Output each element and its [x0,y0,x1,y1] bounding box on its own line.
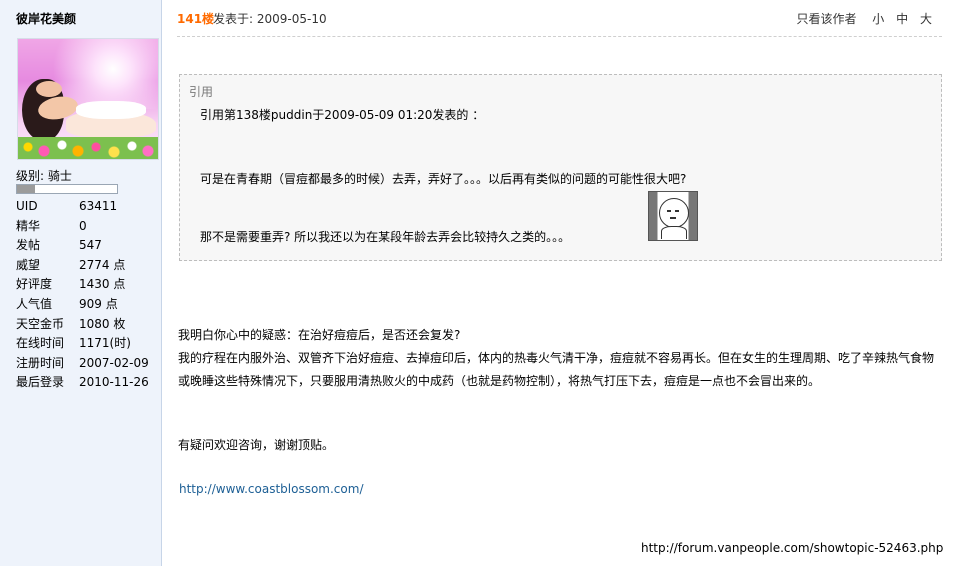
user-stats: UID 63411 精华 0 发帖 547 威望 2774 点 好评度 1430 点 人气… [16,197,156,393]
stat-online-time: 在线时间 1171(时) [16,336,131,351]
quote-text-line: 那不是需要重弄? 所以我还以为在某段年龄去弄会比较持久之类的。。。 [200,230,571,244]
user-info-panel: 彼岸花美颜 级别: 骑士 UID 63411 精华 0 发帖 547 威望 2774 点… [0,0,162,566]
stat-last-login: 最后登录 2010-11-26 [16,375,149,390]
stat-popularity: 人气值 909 点 [16,296,118,311]
only-author-link[interactable]: 只看该作者 [796,12,856,26]
stat-digest: 精华 0 [16,218,87,233]
stat-coins: 天空金币 1080 枚 [16,316,126,331]
user-level: 级别: 骑士 [16,169,72,183]
website-link[interactable]: http://www.coastblossom.com/ [179,482,363,496]
post-body-line: 我明白你心中的疑惑：在治好痘痘后，是否还会复发? [178,328,461,342]
quote-label: 引用 [189,85,214,99]
font-small-button[interactable]: 小 [872,12,884,26]
stat-register-date: 注册时间 2007-02-09 [16,355,149,370]
post-body-paragraph: 我的疗程在内服外治、双管齐下治好痘痘、去掉痘印后，体内的热毒火气清干净，痘痘就不… [178,351,935,388]
header-divider [177,36,942,37]
stat-rating: 好评度 1430 点 [16,277,126,292]
stat-prestige: 威望 2774 点 [16,257,126,272]
sweat-emoticon-icon [648,191,698,241]
page-url: http://forum.vanpeople.com/showtopic-524… [641,541,944,555]
post-tools: 只看该作者 小 中 大 [796,10,932,27]
stat-uid: UID 63411 [16,199,118,213]
quote-text-line: 可是在青春期（冒痘都最多的时候）去弄，弄好了。。。以后再有类似的问题的可能性很大… [200,172,687,186]
avatar[interactable] [17,38,159,160]
stat-posts: 发帖 547 [16,238,102,253]
font-large-button[interactable]: 大 [920,12,932,26]
quote-box: 引用 引用第138楼puddin于2009-05-09 01:20发表的 ： 可… [179,74,942,261]
post-date: 发表于: 2009-05-10 [213,12,327,26]
level-progress-bar [16,184,118,194]
post-body-line: 有疑问欢迎咨询，谢谢顶贴。 [178,438,335,452]
quote-reference: 引用第138楼puddin于2009-05-09 01:20发表的 ： [200,108,485,122]
username[interactable]: 彼岸花美颜 [16,10,76,27]
font-medium-button[interactable]: 中 [896,12,908,26]
floor-number[interactable]: 141楼 [177,10,214,27]
